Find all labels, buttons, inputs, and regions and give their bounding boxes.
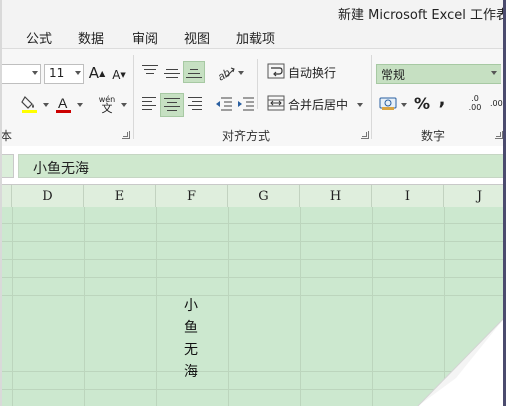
column-header-j[interactable]: J bbox=[444, 185, 506, 207]
group-separator bbox=[133, 55, 134, 139]
formula-content: 小鱼无海 bbox=[33, 161, 89, 177]
group-separator bbox=[257, 59, 258, 109]
text-orientation-icon: ab bbox=[216, 67, 235, 81]
svg-text:ab: ab bbox=[216, 67, 233, 81]
alignment-group-label: 对齐方式 bbox=[222, 129, 271, 143]
align-center-icon bbox=[164, 98, 180, 112]
row-line bbox=[0, 277, 506, 278]
align-bottom-button[interactable] bbox=[183, 61, 205, 83]
increase-decimal-button[interactable]: .0 .00 bbox=[466, 93, 484, 113]
increase-font-size-button[interactable]: A ▲ bbox=[89, 63, 105, 83]
chevron-down-icon[interactable] bbox=[238, 71, 244, 75]
chevron-down-icon[interactable] bbox=[401, 103, 407, 107]
comma-style-button[interactable]: , bbox=[435, 89, 449, 110]
font-size-value: 11 bbox=[49, 66, 65, 80]
align-left-icon[interactable] bbox=[142, 97, 158, 110]
name-box[interactable] bbox=[0, 154, 14, 178]
svg-text:A: A bbox=[58, 95, 68, 111]
tab-data[interactable]: 数据 bbox=[78, 28, 104, 47]
row-line bbox=[0, 295, 506, 296]
font-color-icon: A bbox=[56, 95, 71, 113]
align-center-button[interactable] bbox=[160, 93, 184, 117]
title-bar: 新建 Microsoft Excel 工作表.x bbox=[0, 0, 506, 24]
accounting-format-button[interactable] bbox=[378, 93, 398, 113]
column-header-g[interactable]: G bbox=[228, 185, 300, 207]
column-line bbox=[300, 207, 301, 406]
column-header-i[interactable]: I bbox=[372, 185, 444, 207]
formula-input[interactable]: 小鱼无海 bbox=[18, 154, 506, 178]
page-curl-decoration bbox=[417, 316, 506, 406]
wrap-text-button[interactable]: 自动换行 bbox=[288, 64, 336, 80]
chevron-down-icon[interactable] bbox=[43, 103, 49, 107]
decrease-indent-icon bbox=[216, 97, 232, 111]
column-headers: D E F G H I J bbox=[0, 184, 506, 208]
increase-font-icon: A bbox=[88, 64, 100, 82]
align-right-icon[interactable] bbox=[186, 97, 202, 110]
font-color-button[interactable]: A bbox=[54, 93, 74, 115]
decrease-font-size-button[interactable]: A ▼ bbox=[111, 65, 127, 85]
increase-indent-icon bbox=[238, 97, 254, 111]
column-header-h[interactable]: H bbox=[300, 185, 372, 207]
font-size-combo[interactable]: 11 bbox=[44, 64, 84, 84]
column-line bbox=[12, 207, 13, 406]
column-line bbox=[228, 207, 229, 406]
chevron-down-icon[interactable] bbox=[77, 103, 83, 107]
increase-indent-button[interactable] bbox=[236, 95, 256, 113]
row-line bbox=[0, 259, 506, 260]
column-line bbox=[84, 207, 85, 406]
align-bottom-icon bbox=[186, 67, 202, 79]
row-line bbox=[0, 241, 506, 242]
orientation-button[interactable]: ab bbox=[216, 62, 236, 82]
percent-style-button[interactable]: % bbox=[413, 93, 431, 113]
decrease-font-icon: A bbox=[112, 68, 121, 82]
cell-f-vertical-text[interactable]: 小鱼无海 bbox=[181, 295, 201, 383]
align-middle-icon[interactable] bbox=[164, 67, 180, 79]
font-name-combo[interactable] bbox=[0, 64, 41, 84]
group-separator bbox=[371, 55, 372, 139]
chevron-down-icon[interactable] bbox=[357, 103, 363, 107]
number-format-combo[interactable]: 常规 bbox=[376, 64, 501, 84]
phonetic-guide-button[interactable]: wén 文 bbox=[96, 93, 118, 115]
fill-color-button[interactable] bbox=[20, 93, 40, 115]
phonetic-bottom: 文 bbox=[101, 102, 113, 115]
merge-center-icon bbox=[266, 94, 286, 112]
tab-review[interactable]: 审阅 bbox=[132, 28, 158, 47]
number-group-label: 数字 bbox=[421, 129, 446, 143]
decrease-indent-button[interactable] bbox=[214, 95, 234, 113]
number-format-value: 常规 bbox=[381, 68, 406, 82]
column-header-d[interactable]: D bbox=[12, 185, 84, 207]
font-dialog-launcher-icon[interactable] bbox=[122, 131, 130, 139]
merge-center-button[interactable]: 合并后居中 bbox=[288, 96, 348, 112]
increase-decimal-icon: .0 .00 bbox=[468, 94, 482, 112]
ribbon-tabs: 公式 数据 审阅 视图 加载项 bbox=[0, 24, 506, 48]
formula-bar: 小鱼无海 bbox=[0, 146, 506, 184]
chevron-down-icon bbox=[75, 71, 81, 75]
currency-icon bbox=[379, 97, 397, 110]
column-header-f[interactable]: F bbox=[156, 185, 228, 207]
ribbon: 11 A ▲ A ▼ A wén 文 本 ab 自动换行 合并后居中 对齐方式 … bbox=[0, 48, 506, 148]
chevron-down-icon bbox=[32, 71, 38, 75]
alignment-dialog-launcher-icon[interactable] bbox=[361, 131, 369, 139]
align-top-icon[interactable] bbox=[142, 65, 158, 77]
chevron-down-icon bbox=[491, 71, 497, 75]
paint-bucket-icon bbox=[21, 96, 37, 113]
chevron-down-icon[interactable] bbox=[121, 103, 127, 107]
tab-formulas[interactable]: 公式 bbox=[26, 28, 52, 47]
tab-addins[interactable]: 加载项 bbox=[236, 28, 275, 47]
column-header-e[interactable]: E bbox=[84, 185, 156, 207]
window-title: 新建 Microsoft Excel 工作表.x bbox=[338, 8, 506, 23]
number-dialog-launcher-icon[interactable] bbox=[495, 131, 503, 139]
window-border-left bbox=[0, 0, 2, 406]
tab-view[interactable]: 视图 bbox=[184, 28, 210, 47]
row-line bbox=[0, 223, 506, 224]
excel-window: 新建 Microsoft Excel 工作表.x 公式 数据 审阅 视图 加载项… bbox=[0, 0, 506, 406]
column-line bbox=[156, 207, 157, 406]
wrap-text-icon bbox=[266, 62, 286, 80]
